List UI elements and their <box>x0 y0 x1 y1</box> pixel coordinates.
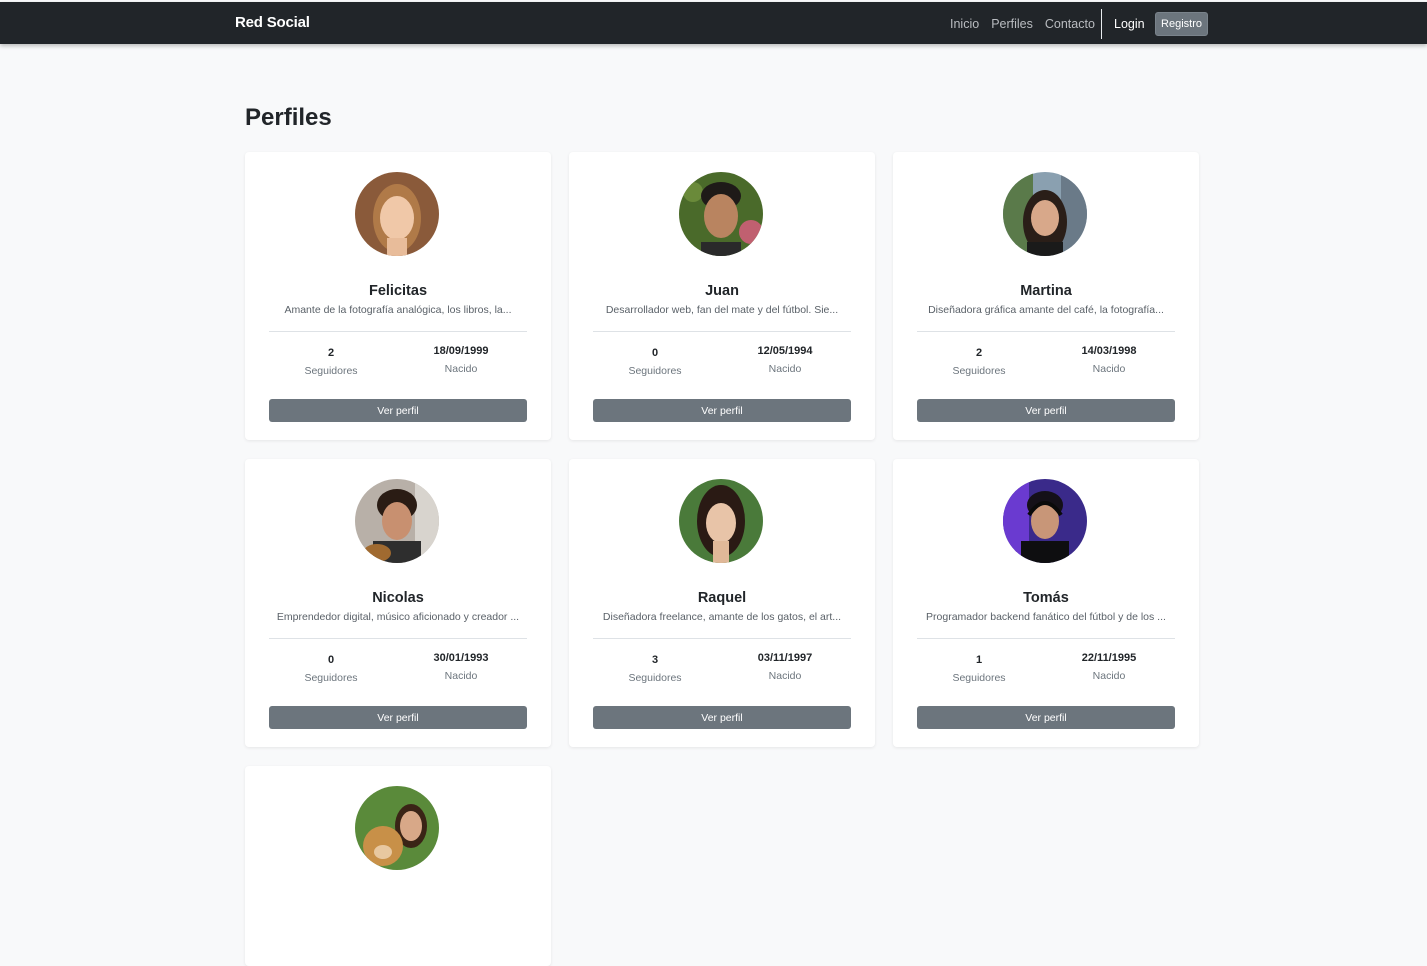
followers-count: 2 <box>327 347 335 359</box>
profile-card: Raquel Diseñadora freelance, amante de l… <box>569 459 875 747</box>
nav-divider <box>1101 9 1102 39</box>
birth-stat: 14/03/1998 Nacido <box>1059 345 1159 375</box>
birth-label: Nacido <box>1092 363 1126 375</box>
view-profile-button[interactable]: Ver perfil <box>269 706 527 729</box>
profile-card: Tomás Programador backend fanático del f… <box>893 459 1199 747</box>
profile-bio: Diseñadora gráfica amante del café, la f… <box>928 304 1164 316</box>
birth-date: 22/11/1995 <box>1081 652 1137 664</box>
followers-stat: 3 Seguidores <box>605 654 705 684</box>
followers-stat: 0 Seguidores <box>605 347 705 377</box>
birth-label: Nacido <box>768 670 802 682</box>
nav-link-inicio[interactable]: Inicio <box>950 17 979 31</box>
birth-date: 18/09/1999 <box>433 345 489 357</box>
separator <box>269 638 527 639</box>
birth-stat: 03/11/1997 Nacido <box>735 652 835 682</box>
view-profile-button[interactable]: Ver perfil <box>593 399 851 422</box>
birth-date: 30/01/1993 <box>433 652 489 664</box>
followers-stat: 1 Seguidores <box>929 654 1029 684</box>
nav-links: Inicio Perfiles Contacto <box>950 17 1095 31</box>
avatar <box>1003 479 1087 563</box>
birth-label: Nacido <box>1092 670 1126 682</box>
profiles-grid: Felicitas Amante de la fotografía analóg… <box>245 152 1199 966</box>
view-profile-button[interactable]: Ver perfil <box>917 706 1175 729</box>
separator <box>917 638 1175 639</box>
followers-count: 0 <box>327 654 335 666</box>
birth-date: 14/03/1998 <box>1081 345 1137 357</box>
avatar <box>355 479 439 563</box>
followers-label: Seguidores <box>304 365 358 377</box>
followers-label: Seguidores <box>628 672 682 684</box>
birth-stat: 12/05/1994 Nacido <box>735 345 835 375</box>
view-profile-button[interactable]: Ver perfil <box>593 706 851 729</box>
profile-name: Raquel <box>697 590 747 606</box>
page-title: Perfiles <box>245 104 332 131</box>
avatar <box>679 479 763 563</box>
separator <box>593 638 851 639</box>
profile-name: Felicitas <box>368 283 428 299</box>
birth-label: Nacido <box>444 670 478 682</box>
separator <box>593 331 851 332</box>
avatar <box>679 172 763 256</box>
followers-label: Seguidores <box>952 672 1006 684</box>
profile-name: Tomás <box>1023 590 1069 606</box>
birth-label: Nacido <box>444 363 478 375</box>
nav-link-contacto[interactable]: Contacto <box>1045 17 1095 31</box>
birth-stat: 30/01/1993 Nacido <box>411 652 511 682</box>
profile-bio: Programador backend fanático del fútbol … <box>926 611 1166 623</box>
brand-logo[interactable]: Red Social <box>235 14 310 31</box>
profile-bio: Diseñadora freelance, amante de los gato… <box>602 611 842 623</box>
profile-card: Juan Desarrollador web, fan del mate y d… <box>569 152 875 440</box>
separator <box>917 331 1175 332</box>
followers-stat: 2 Seguidores <box>929 347 1029 377</box>
followers-label: Seguidores <box>952 365 1006 377</box>
followers-count: 3 <box>651 654 659 666</box>
avatar <box>355 786 439 870</box>
login-link[interactable]: Login <box>1114 17 1145 31</box>
followers-stat: 0 Seguidores <box>281 654 381 684</box>
registro-button[interactable]: Registro <box>1155 12 1208 36</box>
profile-bio: Emprendedor digital, músico aficionado y… <box>276 611 520 623</box>
navbar: Red Social Inicio Perfiles Contacto Logi… <box>0 2 1427 44</box>
profile-card <box>245 766 551 966</box>
profile-card: Nicolas Emprendedor digital, músico afic… <box>245 459 551 747</box>
profile-name: Juan <box>705 283 739 299</box>
nav-link-perfiles[interactable]: Perfiles <box>991 17 1033 31</box>
profile-bio: Desarrollador web, fan del mate y del fú… <box>605 304 839 316</box>
profile-name: Nicolas <box>372 590 424 606</box>
avatar <box>355 172 439 256</box>
followers-stat: 2 Seguidores <box>281 347 381 377</box>
birth-stat: 18/09/1999 Nacido <box>411 345 511 375</box>
profile-card: Martina Diseñadora gráfica amante del ca… <box>893 152 1199 440</box>
followers-count: 0 <box>651 347 659 359</box>
profile-name: Martina <box>1020 283 1072 299</box>
birth-stat: 22/11/1995 Nacido <box>1059 652 1159 682</box>
followers-count: 2 <box>975 347 983 359</box>
view-profile-button[interactable]: Ver perfil <box>917 399 1175 422</box>
birth-date: 03/11/1997 <box>757 652 813 664</box>
followers-count: 1 <box>975 654 983 666</box>
avatar <box>1003 172 1087 256</box>
profile-bio: Amante de la fotografía analógica, los l… <box>284 304 512 316</box>
profile-card: Felicitas Amante de la fotografía analóg… <box>245 152 551 440</box>
followers-label: Seguidores <box>628 365 682 377</box>
birth-date: 12/05/1994 <box>757 345 813 357</box>
view-profile-button[interactable]: Ver perfil <box>269 399 527 422</box>
birth-label: Nacido <box>768 363 802 375</box>
separator <box>269 331 527 332</box>
followers-label: Seguidores <box>304 672 358 684</box>
